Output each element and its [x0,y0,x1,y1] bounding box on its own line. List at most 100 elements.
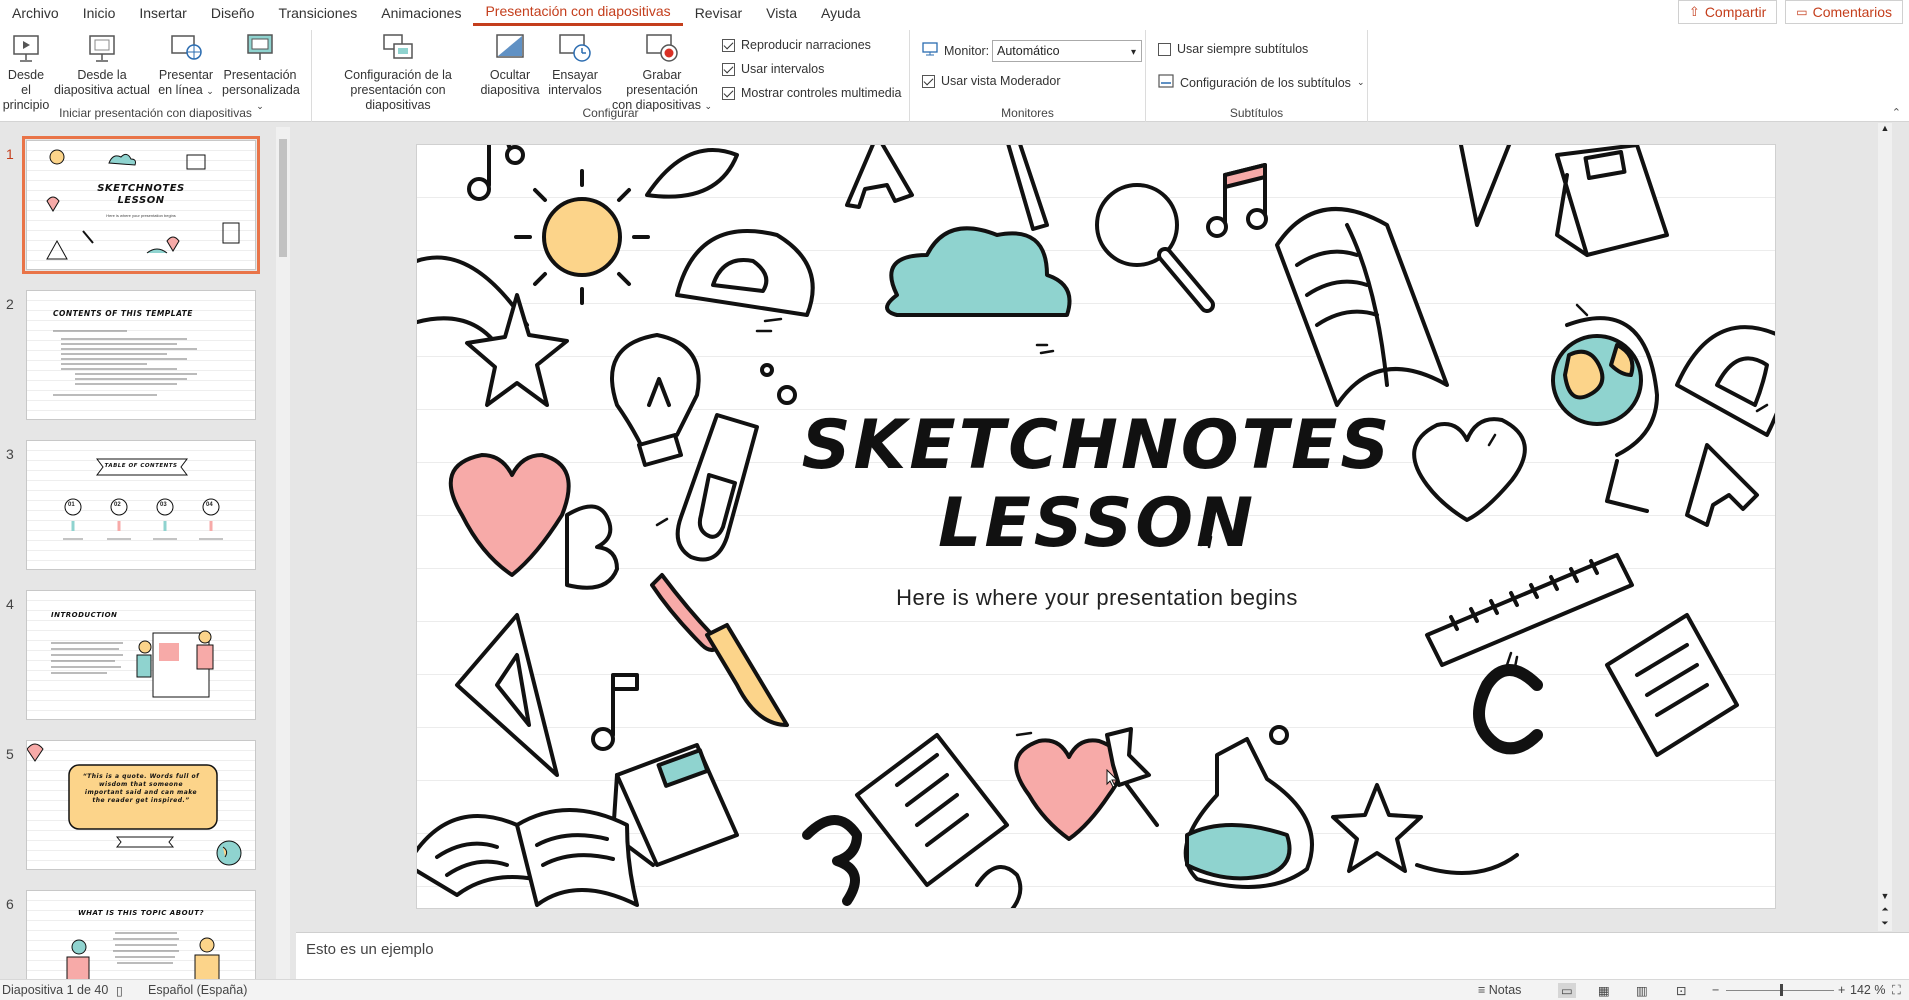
notes-toggle[interactable]: ≡ Notas [1478,983,1521,997]
thumbnail-slide-5[interactable]: 5 “This is a quote. Words full of wisdom… [0,740,280,876]
notes-text[interactable]: Esto es un ejemplo [306,941,434,958]
thumbnail-number: 6 [6,896,14,912]
next-slide-icon[interactable]: ⏷ [1878,918,1892,929]
hide-slide-label-2: diapositiva [480,83,540,97]
rehearse-timings-button[interactable]: Ensayar intervalos [544,32,606,98]
present-online-icon [168,32,204,64]
thumbnail-slide-2[interactable]: 2 CONTENTS OF THIS TEMPLATE [0,290,280,426]
checkbox-use-timings[interactable] [722,62,735,76]
zoom-out-icon[interactable]: − [1712,983,1719,997]
leaf-doodle [645,148,739,199]
thumbnail-scroll-thumb[interactable] [279,139,287,257]
open-book-doodle [417,808,639,907]
from-beginning-button[interactable]: Desde el principio [2,32,50,113]
thumbnail-image[interactable]: SKETCHNOTES LESSON Here is where your pre… [22,136,260,274]
thumbnail-slide-6[interactable]: 6 WHAT IS THIS TOPIC ABOUT? [0,890,280,979]
tab-animaciones[interactable]: Animaciones [369,0,473,26]
group-label-monitors: Monitores [1001,106,1054,120]
checkbox-presenter-view[interactable] [922,74,935,88]
share-button[interactable]: ⇧ Compartir [1677,0,1778,24]
from-current-button[interactable]: Desde la diapositiva actual [54,32,150,98]
zoom-level[interactable]: 142 % [1850,983,1885,997]
tab-archivo[interactable]: Archivo [0,0,71,26]
normal-view-icon[interactable]: ▭ [1558,983,1576,998]
notes-label: Notas [1488,983,1522,997]
subtitle-settings-button[interactable]: Configuración de los subtítulos ⌄ [1158,74,1364,91]
custom-show-button[interactable]: Presentación personalizada ⌄ [222,32,300,114]
comments-button[interactable]: ▭ Comentarios [1785,0,1903,24]
shooting-star-doodle [417,255,569,407]
check-media-controls[interactable]: Mostrar controles multimedia [722,86,901,100]
tab-revisar[interactable]: Revisar [683,0,754,26]
fit-slide-icon[interactable]: ⛶ [1892,983,1901,998]
thumbnail-slide-1[interactable]: 1 SKETCHNOTES LESSON Here is where your p… [0,136,280,276]
ribbon: Desde el principio Desde la diapositiva … [0,26,1909,122]
tab-diseno[interactable]: Diseño [199,0,267,26]
tab-ayuda[interactable]: Ayuda [809,0,872,26]
group-start-show: Desde el principio Desde la diapositiva … [0,30,312,122]
zoom-slider[interactable] [1726,984,1834,996]
ruler-doodle [1425,553,1634,667]
thumbnail-image[interactable]: INTRODUCTION [26,590,256,720]
comment-icon: ▭ [1796,5,1808,19]
prev-slide-icon[interactable]: ⏶ [1878,904,1892,915]
spellcheck-icon[interactable]: ▯ [116,983,123,998]
always-subtitles-label: Usar siempre subtítulos [1177,42,1309,56]
group-monitors: Monitor: Automático ▾ Usar vista Moderad… [910,30,1146,122]
editor-scrollbar[interactable]: ▲ ▼ ⏶ ⏷ [1878,123,1892,931]
check-play-narrations[interactable]: Reproducir narraciones [722,38,871,52]
share-label: Compartir [1704,4,1767,20]
setup-show-icon [380,32,416,64]
tab-inicio[interactable]: Inicio [71,0,128,26]
record-show-button[interactable]: Grabar presentación con diapositivas ⌄ [606,32,718,114]
thumbnail-slide-3[interactable]: 3 TABLE OF CONTENTS 01 02 03 04 [0,440,280,576]
tab-insertar[interactable]: Insertar [127,0,198,26]
setup-show-button[interactable]: Configuración de la presentación con dia… [318,32,478,113]
slide-subtitle[interactable]: Here is where your presentation begins [747,585,1447,611]
language-indicator[interactable]: Español (España) [148,983,247,997]
check-always-subtitles[interactable]: Usar siempre subtítulos [1158,42,1308,56]
book-doodle [611,743,739,867]
thumbnail-image[interactable]: “This is a quote. Words full of wisdom t… [26,740,256,870]
zoom-in-icon[interactable]: + [1838,983,1845,997]
checkbox-play-narrations[interactable] [722,38,735,52]
slide-title-line-2: LESSON [937,484,1257,563]
slide-count: Diapositiva 1 de 40 [2,983,109,997]
notes-pane[interactable]: Esto es un ejemplo [296,932,1909,979]
thumbnail-image[interactable]: WHAT IS THIS TOPIC ABOUT? [26,890,256,979]
check-presenter-view[interactable]: Usar vista Moderador [922,74,1061,88]
media-controls-label: Mostrar controles multimedia [741,86,902,100]
custom-show-text: personalizada [222,83,300,97]
chevron-down-icon: ⌄ [206,86,214,96]
tab-vista[interactable]: Vista [754,0,809,26]
thumbnail-scrollbar[interactable] [276,127,290,979]
slideshow-view-icon[interactable]: ⊡ [1676,983,1686,998]
check-use-timings[interactable]: Usar intervalos [722,62,824,76]
slide-editor: SKETCHNOTES LESSON Here is where your pr… [296,123,1892,931]
monitor-select[interactable]: Automático ▾ [992,40,1142,62]
collapse-ribbon-icon[interactable]: ⌃ [1892,106,1901,119]
hide-slide-button[interactable]: Ocultar diapositiva [478,32,542,98]
thumbnail-image[interactable]: CONTENTS OF THIS TEMPLATE [26,290,256,420]
thumbnail-number: 1 [6,146,14,162]
tab-transiciones[interactable]: Transiciones [266,0,369,26]
zoom-slider-thumb[interactable] [1780,984,1783,996]
scroll-up-icon[interactable]: ▲ [1878,123,1892,133]
document-doodle [1605,613,1739,757]
checkbox-always-subtitles[interactable] [1158,42,1171,56]
thumbnail-image[interactable]: TABLE OF CONTENTS 01 02 03 04 [26,440,256,570]
present-online-button[interactable]: Presentar en línea ⌄ [156,32,216,99]
slide-sorter-icon[interactable]: ▦ [1598,983,1610,998]
current-slide[interactable]: SKETCHNOTES LESSON Here is where your pr… [416,144,1776,909]
slide-title[interactable]: SKETCHNOTES LESSON [797,407,1397,563]
setup-show-label-1: Configuración de la [344,68,452,82]
letter-b-doodle [565,504,619,590]
scroll-down-icon[interactable]: ▼ [1878,891,1892,901]
document-doodle [855,733,1009,887]
thumbnail-slide-4[interactable]: 4 INTRODUCTION [0,590,280,726]
group-subtitles: Usar siempre subtítulos Configuración de… [1146,30,1368,122]
triangle-ruler-doodle [455,613,559,777]
reading-view-icon[interactable]: ▥ [1636,983,1648,998]
tab-presentacion[interactable]: Presentación con diapositivas [473,0,683,26]
checkbox-media-controls[interactable] [722,86,735,100]
